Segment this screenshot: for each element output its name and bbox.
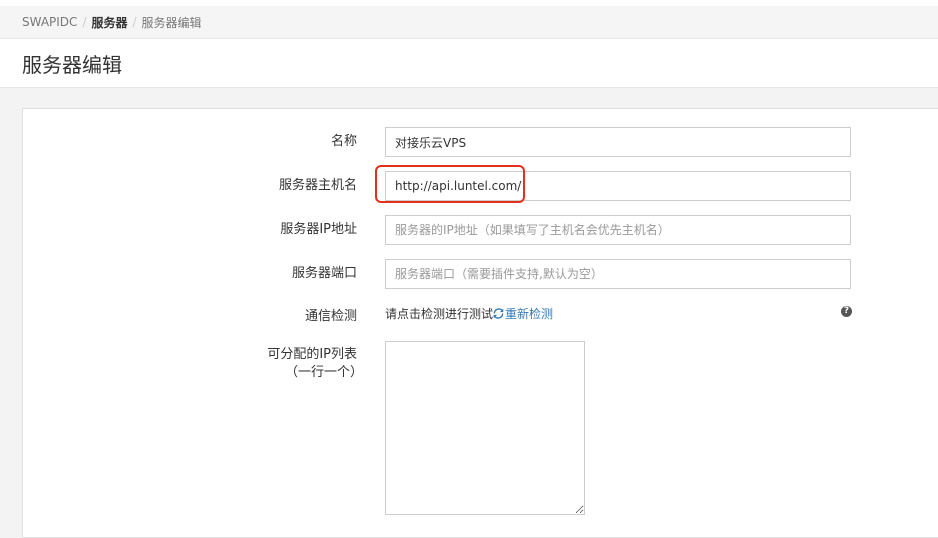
port-field[interactable] — [385, 259, 851, 289]
breadcrumb-section[interactable]: 服务器 — [91, 14, 127, 31]
hostname-field[interactable] — [385, 171, 851, 201]
breadcrumb-separator: / — [132, 15, 137, 29]
recheck-link-label: 重新检测 — [505, 307, 554, 321]
ip-list-label-line1: 可分配的IP列表 — [267, 347, 357, 362]
ip-list-label: 可分配的IP列表 （一行一个） — [23, 346, 363, 382]
ip-label: 服务器IP地址 — [280, 222, 357, 237]
ip-field[interactable] — [385, 215, 851, 245]
breadcrumb: SWAPIDC / 服务器 / 服务器编辑 — [0, 6, 938, 38]
page-title: 服务器编辑 — [22, 52, 122, 77]
breadcrumb-current: 服务器编辑 — [141, 15, 202, 30]
hostname-label: 服务器主机名 — [278, 178, 357, 193]
name-field[interactable] — [385, 127, 851, 157]
ip-list-label-line2: （一行一个） — [284, 365, 363, 380]
port-label: 服务器端口 — [291, 266, 357, 281]
page-header: 服务器编辑 — [0, 38, 938, 88]
server-edit-form: 名称 服务器主机名 服务器IP地址 服务器端口 通信检测 请点击检测进行测试 重… — [22, 108, 938, 538]
ip-list-textarea[interactable] — [385, 341, 585, 515]
refresh-icon — [493, 308, 504, 319]
breadcrumb-root[interactable]: SWAPIDC — [22, 15, 77, 29]
connection-check-status: 请点击检测进行测试 重新检测 — [385, 305, 553, 322]
recheck-link[interactable]: 重新检测 — [493, 305, 553, 322]
connection-check-hint: 请点击检测进行测试 — [385, 307, 494, 321]
connection-check-label: 通信检测 — [304, 309, 357, 324]
breadcrumb-separator: / — [82, 15, 87, 29]
help-icon[interactable]: ? — [841, 306, 852, 317]
name-label: 名称 — [330, 134, 357, 149]
